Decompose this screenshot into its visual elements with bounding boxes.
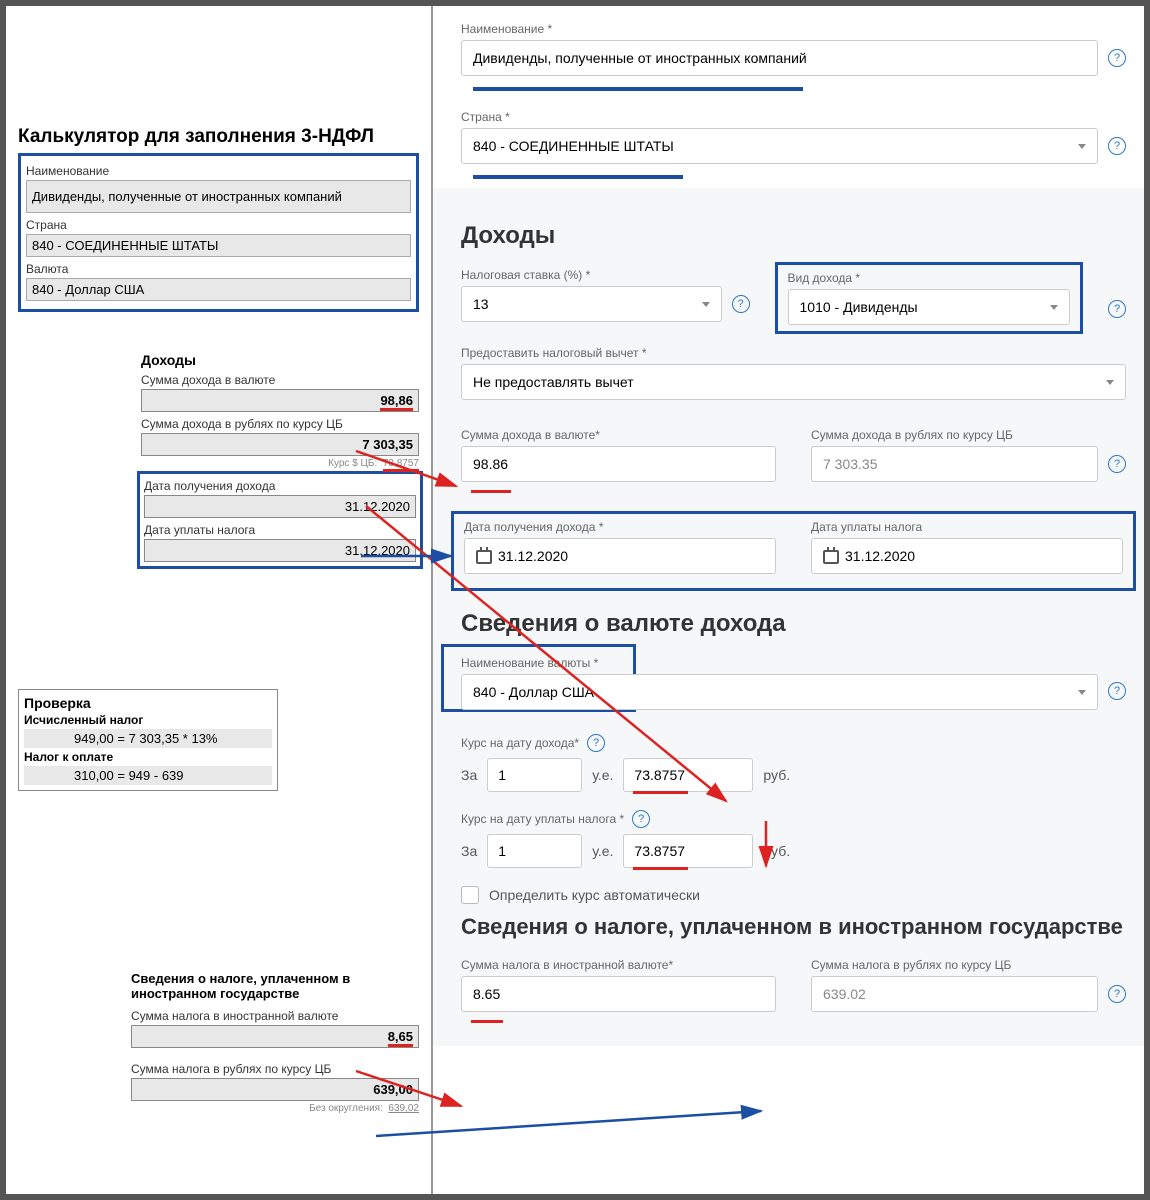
- country-label: Страна: [26, 218, 411, 232]
- ftax-noround-row: Без округления: 639,02: [131, 1103, 419, 1114]
- rate-tax-label: Курс на дату уплаты налога *: [461, 812, 624, 826]
- chevron-down-icon: [1106, 380, 1114, 385]
- currency-value: 840 - Доллар США: [26, 278, 411, 301]
- date-income-input[interactable]: 31.12.2020: [464, 538, 776, 574]
- date-tax-value: 31.12.2020: [144, 539, 416, 562]
- help-icon[interactable]: ?: [1108, 49, 1126, 67]
- rate-tax-per-input[interactable]: [487, 834, 582, 868]
- income-fx-input[interactable]: [461, 446, 776, 482]
- auto-rate-label: Определить курс автоматически: [489, 887, 700, 903]
- tax-rate-select[interactable]: 13: [461, 286, 722, 322]
- check-title: Проверка: [24, 695, 272, 711]
- za-label: За: [461, 843, 477, 859]
- help-icon[interactable]: ?: [1108, 455, 1126, 473]
- currency-name-select[interactable]: 840 - Доллар США: [461, 674, 1098, 710]
- rub-label: руб.: [763, 843, 790, 859]
- rate-cb-row: Курс $ ЦБ: 73,8757: [141, 458, 419, 469]
- tax-rate-label: Налоговая ставка (%) *: [461, 268, 750, 282]
- income-rub-value: 7 303,35: [141, 433, 419, 456]
- name-label: Наименование: [26, 164, 411, 178]
- income-title: Доходы: [141, 352, 419, 368]
- foreign-tax-heading: Сведения о налоге, уплаченном в иностран…: [461, 914, 1126, 940]
- help-icon[interactable]: ?: [1108, 682, 1126, 700]
- help-icon[interactable]: ?: [632, 810, 650, 828]
- calc-general-box: Наименование Дивиденды, полученные от ин…: [18, 153, 419, 312]
- income-fx-value: 98,86: [141, 389, 419, 412]
- tax-due-label: Налог к оплате: [24, 748, 272, 766]
- r-name-label: Наименование *: [461, 22, 1126, 36]
- income-type-label: Вид дохода *: [788, 271, 1071, 285]
- calendar-icon: [476, 550, 492, 564]
- income-heading: Доходы: [461, 222, 1126, 250]
- ue-label: у.е.: [592, 843, 613, 859]
- chevron-down-icon: [1078, 690, 1086, 695]
- currency-heading: Сведения о валюте дохода: [461, 610, 1126, 638]
- r-name-input[interactable]: [461, 40, 1098, 76]
- r-country-select[interactable]: 840 - СОЕДИНЕННЫЕ ШТАТЫ: [461, 128, 1098, 164]
- check-box: Проверка Исчисленный налог 949,00 = 7 30…: [18, 689, 278, 791]
- tax-due-value: 310,00 = 949 - 639: [24, 766, 272, 785]
- calc-title: Калькулятор для заполнения 3-НДФЛ: [18, 126, 431, 148]
- left-foreign-tax-section: Сведения о налоге, уплаченном в иностран…: [131, 971, 419, 1114]
- rate-income-label: Курс на дату дохода*: [461, 736, 579, 750]
- rub-label: руб.: [763, 767, 790, 783]
- date-income-label: Дата получения дохода *: [464, 520, 776, 534]
- income-fx-label: Сумма дохода в валюте*: [461, 428, 776, 442]
- ftax-fx-input[interactable]: [461, 976, 776, 1012]
- help-icon[interactable]: ?: [1108, 985, 1126, 1003]
- income-rub-input: [811, 446, 1098, 482]
- foreign-tax-title: Сведения о налоге, уплаченном в иностран…: [131, 971, 419, 1001]
- ftax-rub-value: 639,00: [131, 1078, 419, 1101]
- income-fx-label: Сумма дохода в валюте: [141, 373, 419, 387]
- deduction-label: Предоставить налоговый вычет *: [461, 346, 1126, 360]
- help-icon[interactable]: ?: [732, 295, 750, 313]
- currency-label: Валюта: [26, 262, 411, 276]
- help-icon[interactable]: ?: [1108, 300, 1126, 318]
- chevron-down-icon: [1050, 305, 1058, 310]
- ftax-fx-label: Сумма налога в иностранной валюте*: [461, 958, 776, 972]
- ftax-fx-label: Сумма налога в иностранной валюте: [131, 1009, 419, 1023]
- r-country-label: Страна *: [461, 110, 1126, 124]
- rate-income-per-input[interactable]: [487, 758, 582, 792]
- calc-tax-label: Исчисленный налог: [24, 711, 272, 729]
- help-icon[interactable]: ?: [587, 734, 605, 752]
- country-value: 840 - СОЕДИНЕННЫЕ ШТАТЫ: [26, 234, 411, 257]
- ftax-rub-label: Сумма налога в рублях по курсу ЦБ: [131, 1062, 419, 1076]
- income-rub-label: Сумма дохода в рублях по курсу ЦБ: [141, 417, 419, 431]
- help-icon[interactable]: ?: [1108, 137, 1126, 155]
- ftax-rub-input: [811, 976, 1098, 1012]
- ftax-rub-label: Сумма налога в рублях по курсу ЦБ: [811, 958, 1126, 972]
- left-income-section: Доходы Сумма дохода в валюте 98,86 Сумма…: [141, 352, 419, 569]
- za-label: За: [461, 767, 477, 783]
- chevron-down-icon: [1078, 144, 1086, 149]
- income-rub-label: Сумма дохода в рублях по курсу ЦБ: [811, 428, 1126, 442]
- date-tax-input[interactable]: 31.12.2020: [811, 538, 1123, 574]
- chevron-down-icon: [702, 302, 710, 307]
- date-income-value: 31.12.2020: [144, 495, 416, 518]
- date-tax-label: Дата уплаты налога: [144, 523, 416, 537]
- name-value: Дивиденды, полученные от иностранных ком…: [26, 180, 411, 213]
- ftax-fx-value: 8,65: [131, 1025, 419, 1048]
- currency-name-label: Наименование валюты *: [461, 656, 1098, 670]
- date-tax-label: Дата уплаты налога: [811, 520, 1123, 534]
- auto-rate-checkbox[interactable]: [461, 886, 479, 904]
- date-income-label: Дата получения дохода: [144, 479, 416, 493]
- calc-tax-value: 949,00 = 7 303,35 * 13%: [24, 729, 272, 748]
- income-type-select[interactable]: 1010 - Дивиденды: [788, 289, 1071, 325]
- deduction-select[interactable]: Не предоставлять вычет: [461, 364, 1126, 400]
- calendar-icon: [823, 550, 839, 564]
- ue-label: у.е.: [592, 767, 613, 783]
